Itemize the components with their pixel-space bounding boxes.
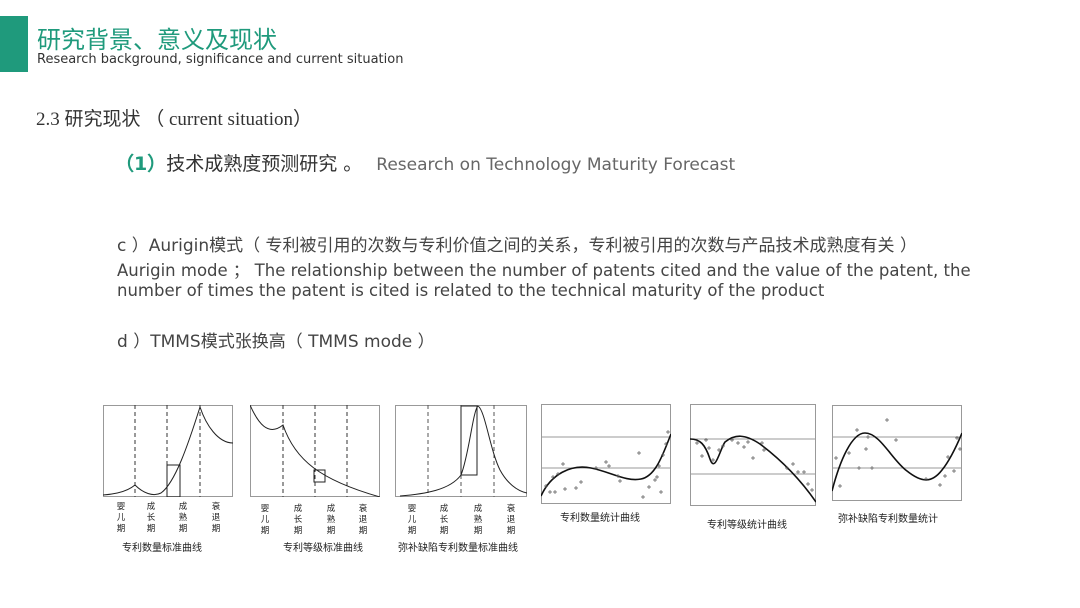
figure-patent-quantity-stats (541, 404, 671, 504)
section-heading: 2.3 研究现状 （ current situation） (36, 109, 312, 130)
item-c-line-1: Aurigin mode ； The relationship between … (117, 261, 971, 280)
stage-label: 婴儿期 (260, 504, 270, 536)
stage-label: 成熟期 (178, 502, 188, 534)
item-c-title: c ）Aurigin模式（ 专利被引用的次数与专利价值之间的关系，专利被引用的次… (117, 236, 917, 256)
figure-caption: 弥补缺陷专利数量标准曲线 (398, 543, 518, 554)
figure-patent-quantity-standard (103, 405, 233, 497)
item-d-title: d ）TMMS模式张换高（ TMMS mode ） (117, 332, 435, 352)
stage-label: 衰退期 (506, 504, 516, 536)
scatter-points (695, 438, 814, 492)
stage-label: 成长期 (439, 504, 449, 536)
stage-label: 成长期 (293, 504, 303, 536)
figure-frame (541, 404, 671, 504)
figure-frame (103, 405, 233, 497)
stage-label: 婴儿期 (116, 502, 126, 534)
stage-label: 婴儿期 (407, 504, 417, 536)
point-number: （1） (115, 153, 167, 175)
fit-curve (832, 432, 962, 492)
stage-label: 成熟期 (326, 504, 336, 536)
figure-caption: 专利数量标准曲线 (122, 543, 202, 554)
scatter-points (834, 418, 962, 488)
figure-caption: 专利数量统计曲线 (560, 513, 640, 524)
standard-curve (399, 405, 527, 497)
standard-curve (103, 405, 233, 496)
scatter-points (544, 430, 670, 499)
figure-frame (832, 405, 962, 501)
item-c-line-2: number of times the patent is cited is r… (117, 281, 825, 300)
header-accent-bar (0, 16, 28, 72)
figure-caption: 专利等级统计曲线 (707, 520, 787, 531)
stage-label: 成长期 (146, 502, 156, 534)
figure-patent-grade-stats (690, 404, 816, 506)
page-title: 研究背景、意义及现状 (37, 26, 277, 54)
stage-label: 衰退期 (211, 502, 221, 534)
stage-label: 成熟期 (473, 504, 483, 536)
fit-curve (541, 433, 671, 497)
point-1: （1）技术成熟度预测研究 。 Research on Technology Mat… (115, 149, 735, 176)
figure-defect-fix-standard (395, 405, 527, 497)
point-label: 技术成熟度预测研究 。 (166, 153, 363, 175)
stage-label: 衰退期 (358, 504, 368, 536)
point-english: Research on Technology Maturity Forecast (376, 155, 736, 175)
figure-caption: 专利等级标准曲线 (283, 543, 363, 554)
figure-patent-grade-standard (250, 405, 380, 497)
page-subtitle: Research background, significance and cu… (37, 52, 404, 67)
figure-caption: 弥补缺陷专利数量统计 (838, 514, 938, 525)
figure-defect-fix-stats (832, 405, 962, 501)
highlight-box (166, 464, 181, 497)
